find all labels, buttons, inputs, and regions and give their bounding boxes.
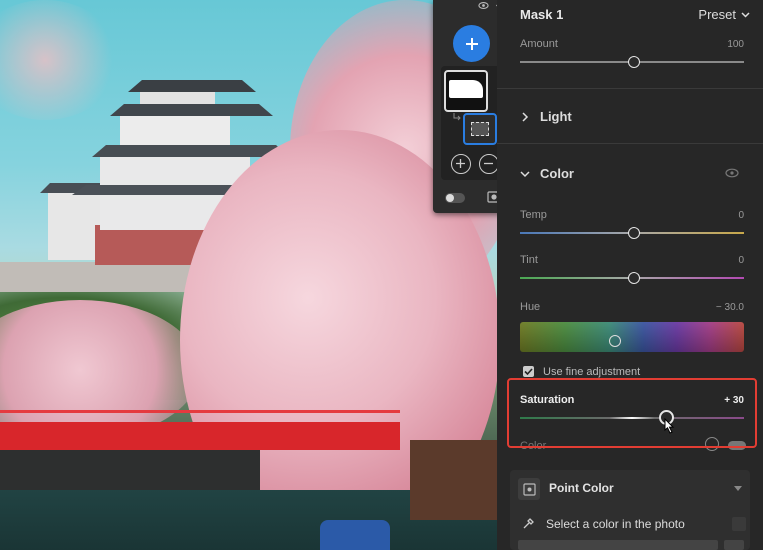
photo-castle-roof xyxy=(128,80,256,92)
photo-branch xyxy=(0,0,120,120)
toggle-knob xyxy=(446,194,454,202)
chevron-down-icon[interactable] xyxy=(734,486,742,491)
color-section-header[interactable]: Color xyxy=(520,166,574,181)
point-color-swatch-bar[interactable] xyxy=(518,540,718,550)
eye-icon[interactable] xyxy=(725,168,739,178)
mask-title[interactable]: Mask 1 xyxy=(520,7,563,22)
chevron-down-icon xyxy=(741,12,750,18)
tint-slider-knob[interactable] xyxy=(628,272,640,284)
light-section-label: Light xyxy=(540,109,572,124)
fine-adjustment-label: Use fine adjustment xyxy=(543,366,641,378)
mouse-cursor-icon xyxy=(664,418,675,434)
photo-fence xyxy=(410,440,497,520)
amount-label: Amount xyxy=(520,38,558,50)
light-section-header[interactable]: Light xyxy=(520,109,572,124)
mask-thumbnail-preview xyxy=(449,80,483,98)
tint-value[interactable]: 0 xyxy=(738,255,744,266)
chevron-down-icon xyxy=(520,170,530,177)
preset-label: Preset xyxy=(698,7,736,22)
checkmark-icon xyxy=(524,368,533,376)
photo-castle-roof xyxy=(110,104,273,116)
hue-slider-knob[interactable] xyxy=(609,335,621,347)
adjustments-panel: Mask 1 Preset Amount 100 Light Color Tem… xyxy=(497,0,763,550)
point-color-title[interactable]: Point Color xyxy=(549,481,614,495)
chevron-right-icon xyxy=(522,111,529,122)
create-new-mask-button[interactable] xyxy=(453,25,490,62)
select-color-text[interactable]: Select a color in the photo xyxy=(546,517,685,531)
color-section-label: Color xyxy=(540,166,574,181)
photo-boat xyxy=(320,520,390,550)
plus-icon xyxy=(456,159,465,168)
point-color-icon-shape xyxy=(522,482,536,496)
point-color-icon xyxy=(518,478,540,500)
photo-bridge xyxy=(0,422,400,450)
photo-bridge-shadow xyxy=(0,450,260,490)
sub-mask-preview xyxy=(471,122,489,136)
mask-header: Mask 1 Preset xyxy=(497,0,763,28)
photo-castle-roof xyxy=(92,145,290,157)
plus-icon xyxy=(465,37,478,50)
preset-dropdown[interactable]: Preset xyxy=(698,7,751,22)
hue-slider-track[interactable] xyxy=(520,322,744,352)
subtract-from-mask-button[interactable] xyxy=(479,154,499,174)
tint-label: Tint xyxy=(520,254,538,266)
fine-adjustment-checkbox[interactable] xyxy=(523,366,534,377)
sub-mask-link-icon xyxy=(453,113,461,121)
eye-icon[interactable] xyxy=(478,0,489,11)
temp-slider-knob[interactable] xyxy=(628,227,640,239)
amount-slider-knob[interactable] xyxy=(628,56,640,68)
minus-icon xyxy=(484,162,493,165)
sub-mask-thumbnail[interactable] xyxy=(463,113,497,145)
point-color-card: Point Color Select a color in the photo xyxy=(510,470,750,550)
mask-thumbnail[interactable] xyxy=(444,70,488,112)
section-divider xyxy=(497,88,763,89)
hue-label: Hue xyxy=(520,301,541,313)
show-overlay-toggle[interactable] xyxy=(445,193,465,203)
point-color-swatch-small[interactable] xyxy=(724,540,744,550)
hue-value[interactable]: − 30.0 xyxy=(716,302,744,313)
section-divider xyxy=(497,143,763,144)
amount-value[interactable]: 100 xyxy=(727,39,744,50)
saturation-highlight-box xyxy=(507,378,757,448)
photo-canvas[interactable] xyxy=(0,0,497,550)
temp-label: Temp xyxy=(520,209,547,221)
eyedropper-icon[interactable] xyxy=(522,517,535,530)
temp-value[interactable]: 0 xyxy=(738,210,744,221)
point-color-dropdown[interactable] xyxy=(732,517,746,531)
add-to-mask-button[interactable] xyxy=(451,154,471,174)
